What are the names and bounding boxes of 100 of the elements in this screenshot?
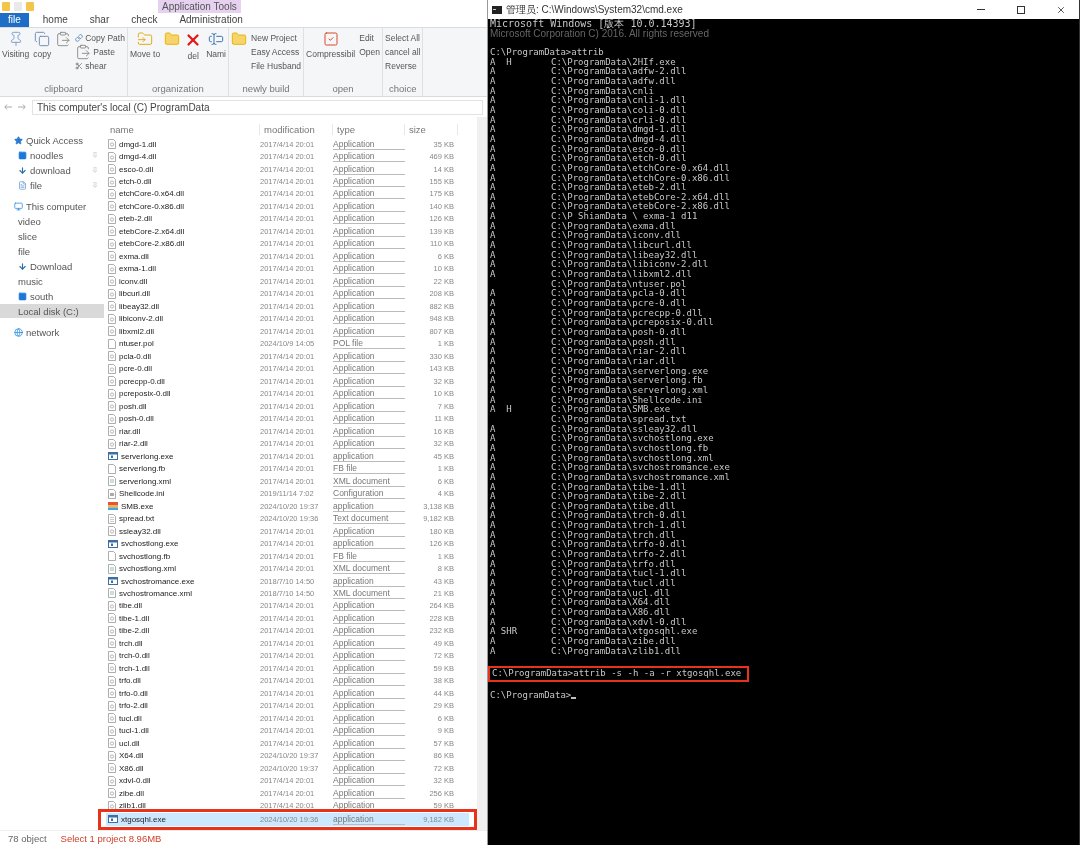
file-name: exma-1.dll xyxy=(119,264,156,274)
nav-item[interactable]: slice xyxy=(0,229,104,243)
file-attributes: A xyxy=(490,307,496,318)
ribbon-button[interactable]: cancel all xyxy=(384,45,422,58)
ribbon-tab[interactable]: home xyxy=(34,13,76,27)
file-name: X64.dll xyxy=(119,751,144,761)
ribbon-button[interactable] xyxy=(230,31,248,47)
file-name: etchCore-0.x64.dll xyxy=(119,189,184,199)
nav-item[interactable]: south xyxy=(0,289,104,303)
file-name: pcla-0.dll xyxy=(119,351,151,361)
nav-item[interactable]: network xyxy=(0,325,104,339)
file-attributes: A SHR xyxy=(490,626,518,637)
file-name: serverlong.exe xyxy=(121,451,174,461)
file-attributes: A xyxy=(490,95,496,106)
file-path: C:\ProgramData\dmgd-4.dll xyxy=(551,134,687,144)
file-attributes: A xyxy=(490,442,496,453)
file-attributes: A xyxy=(490,394,496,405)
ribbon-button[interactable]: Edit xyxy=(358,31,382,44)
type-cell: Application xyxy=(333,225,405,237)
folder-icon[interactable] xyxy=(26,2,34,11)
file-path: C:\ProgramData\tucl.dll xyxy=(551,579,676,589)
file-attributes: A xyxy=(490,317,496,328)
console-command: C:\ProgramData>attrib -s -h -a -r xtgosqhl.exe xyxy=(492,668,742,679)
file-name: pcre-0.dll xyxy=(119,364,152,374)
forward-arrow-icon[interactable] xyxy=(18,104,26,110)
column-header[interactable]: modification xyxy=(260,123,333,135)
back-arrow-icon[interactable] xyxy=(4,104,12,110)
file-name: dmgd-1.dll xyxy=(119,139,157,149)
file-attributes: A xyxy=(490,452,496,463)
file-path: C:\ProgramData\ucl.dll xyxy=(551,588,671,599)
file-name: trfo-0.dll xyxy=(119,688,148,698)
folder-icon[interactable] xyxy=(2,2,10,11)
ribbon-button[interactable]: Easy Access xyxy=(250,45,303,58)
ribbon-tab[interactable]: Administration xyxy=(171,13,251,27)
file-name: pcreposix-0.dll xyxy=(119,389,171,399)
nav-item[interactable]: Quick Access xyxy=(0,133,104,147)
ribbon-button[interactable]: Copy Path xyxy=(74,31,126,44)
column-header[interactable]: type xyxy=(333,123,405,135)
type-cell: Application xyxy=(333,637,405,649)
ribbon-button[interactable]: Nami xyxy=(205,31,227,59)
console-command: C:\ProgramData>attrib xyxy=(490,47,604,58)
file-name: Shellcode.ini xyxy=(119,489,165,499)
file-path: C:\ProgramData\riar.dll xyxy=(551,356,676,366)
nav-item[interactable]: Local disk (C:) xyxy=(0,304,104,318)
file-path: C:\ProgramData\xdvl-0.dll xyxy=(551,617,687,628)
nav-item[interactable]: Download xyxy=(0,259,104,273)
nav-item[interactable]: video xyxy=(0,214,104,228)
ribbon-button[interactable] xyxy=(163,31,182,47)
scrollbar[interactable] xyxy=(477,117,487,830)
file-path: C:\ProgramData\adfw-2.dll xyxy=(551,67,687,77)
ribbon-button[interactable]: Visiting xyxy=(1,31,31,59)
computer-icon xyxy=(14,201,23,211)
checkbox-icon xyxy=(322,31,339,47)
ribbon-button[interactable]: File Husband xyxy=(250,59,303,72)
file-attributes: A xyxy=(490,220,496,231)
file-attributes: A xyxy=(490,269,496,280)
column-header[interactable]: size xyxy=(405,123,458,135)
ribbon-button[interactable]: Open xyxy=(358,45,382,58)
context-tab[interactable]: Application Tools xyxy=(158,0,241,13)
file-name: zlib1.dll xyxy=(119,801,146,811)
close-icon xyxy=(1056,4,1066,15)
file-attributes: A xyxy=(490,346,496,357)
file-path: C:\ProgramData\iconv.dll xyxy=(551,231,682,242)
star-icon xyxy=(14,135,23,145)
ribbon-button[interactable]: New Project xyxy=(250,31,303,44)
nav-item[interactable]: download xyxy=(0,163,104,177)
type-cell: application xyxy=(333,450,405,462)
nav-item[interactable]: file xyxy=(0,244,104,258)
ribbon-tab[interactable]: check xyxy=(123,13,166,27)
file-attributes: A xyxy=(490,336,496,347)
nav-item[interactable]: file xyxy=(0,178,104,192)
file-attributes: A xyxy=(490,375,496,386)
ribbon-button[interactable]: Reverse xyxy=(384,59,422,72)
type-cell: Application xyxy=(333,600,405,612)
ribbon-button[interactable]: shear xyxy=(74,59,126,72)
ribbon-button[interactable]: Compressibil xyxy=(305,31,357,59)
ribbon-tab[interactable]: shar xyxy=(81,13,118,27)
column-header[interactable]: name xyxy=(106,123,260,135)
ribbon-button[interactable] xyxy=(54,31,73,47)
file-attributes: A xyxy=(490,172,496,183)
ribbon-button[interactable]: del xyxy=(183,31,204,61)
ribbon-button[interactable]: Select All xyxy=(384,31,422,44)
nav-label: network xyxy=(26,326,60,338)
type-cell: Application xyxy=(333,712,405,724)
network-icon xyxy=(14,327,23,337)
ribbon-button[interactable]: Paste xyxy=(74,45,126,58)
ribbon-button[interactable]: copy xyxy=(32,31,53,59)
file-attributes: A xyxy=(490,133,496,144)
file-path: C:\ProgramData\svchostromance.xml xyxy=(551,472,730,482)
nav-item[interactable]: noodles xyxy=(0,148,104,162)
nav-item[interactable]: music xyxy=(0,274,104,288)
file-path: C:\ProgramData\dmgd-1.dll xyxy=(551,125,687,135)
xml-file-icon xyxy=(108,476,116,487)
download-icon xyxy=(18,165,27,175)
file-attributes: A xyxy=(490,587,496,598)
address-bar[interactable]: This computer's local (C) ProgramData xyxy=(32,99,483,115)
text-file-icon xyxy=(108,513,116,524)
ribbon-button[interactable]: Move to xyxy=(128,31,162,59)
type-cell: Application xyxy=(333,750,405,762)
nav-item[interactable]: This computer xyxy=(0,199,104,213)
